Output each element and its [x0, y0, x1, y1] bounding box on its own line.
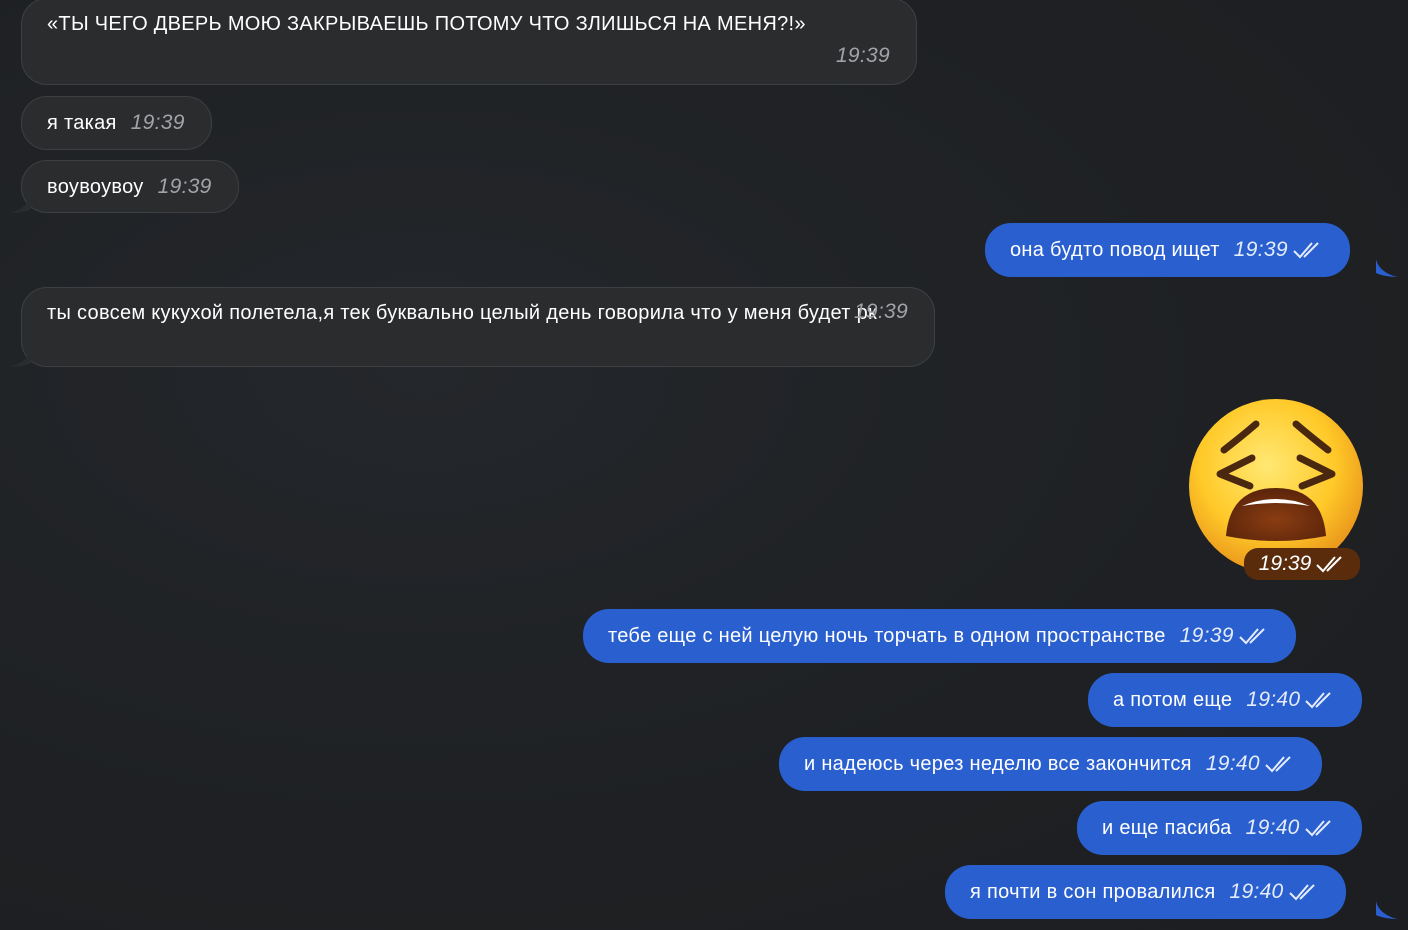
message-text: воувоувоу [47, 175, 144, 198]
message-outgoing[interactable]: и надеюсь через неделю все закончится 19… [779, 737, 1322, 791]
message-outgoing[interactable]: а потом еще 19:40 [1088, 673, 1363, 727]
bubble-tail [9, 349, 31, 367]
message-outgoing[interactable]: тебе еще с ней целую ночь торчать в одно… [583, 609, 1296, 663]
double-check-icon [1316, 556, 1342, 573]
message-text: и еще пасиба [1102, 817, 1232, 839]
message-time: 19:39 [1179, 624, 1234, 647]
double-check-icon [1288, 884, 1315, 901]
message-time: 19:39 [1258, 552, 1312, 575]
double-check-icon [1293, 242, 1319, 259]
message-time: 19:39 [1233, 238, 1288, 261]
message-text: «ТЫ ЧЕГО ДВЕРЬ МОЮ ЗАКРЫВАЕШЬ ПОТОМУ ЧТО… [47, 13, 806, 35]
message-time: 19:40 [1205, 752, 1260, 775]
message-text: я такая [47, 112, 117, 134]
sticker-time-badge: 19:39 [1244, 548, 1360, 580]
message-incoming[interactable]: «ТЫ ЧЕГО ДВЕРЬ МОЮ ЗАКРЫВАЕШЬ ПОТОМУ ЧТО… [21, 0, 917, 85]
message-time: 19:39 [130, 111, 185, 134]
double-check-icon [1305, 692, 1332, 709]
double-check-icon [1265, 756, 1291, 773]
message-time: 19:40 [1245, 816, 1300, 839]
chat-area[interactable]: «ТЫ ЧЕГО ДВЕРЬ МОЮ ЗАКРЫВАЕШЬ ПОТОМУ ЧТО… [0, 0, 1408, 930]
message-text: и надеюсь через неделю все закончится [804, 753, 1192, 775]
message-outgoing[interactable]: она будто повод ищет 19:39 [985, 223, 1350, 277]
message-time: 19:39 [835, 44, 890, 67]
message-incoming[interactable]: я такая 19:39 [21, 96, 212, 150]
message-time: 19:39 [157, 174, 212, 198]
message-time: 19:40 [1229, 880, 1284, 903]
message-outgoing[interactable]: я почти в сон провалился 19:40 [945, 865, 1346, 919]
bubble-tail [1376, 259, 1398, 277]
message-outgoing[interactable]: и еще пасиба 19:40 [1077, 801, 1362, 855]
message-text: ты совсем кукухой полетела,я тек букваль… [47, 302, 878, 324]
message-text: а потом еще [1113, 689, 1233, 711]
bubble-tail [1376, 901, 1398, 919]
message-incoming[interactable]: ты совсем кукухой полетела,я тек букваль… [21, 287, 935, 367]
double-check-icon [1239, 628, 1265, 645]
message-text: она будто повод ищет [1010, 239, 1220, 261]
message-time: 19:40 [1246, 688, 1301, 711]
bubble-tail [9, 195, 31, 213]
double-check-icon [1304, 820, 1331, 837]
message-incoming[interactable]: воувоувоу 19:39 [21, 160, 239, 213]
message-text: я почти в сон провалился [970, 881, 1216, 903]
message-text: тебе еще с ней целую ночь торчать в одно… [608, 625, 1166, 647]
